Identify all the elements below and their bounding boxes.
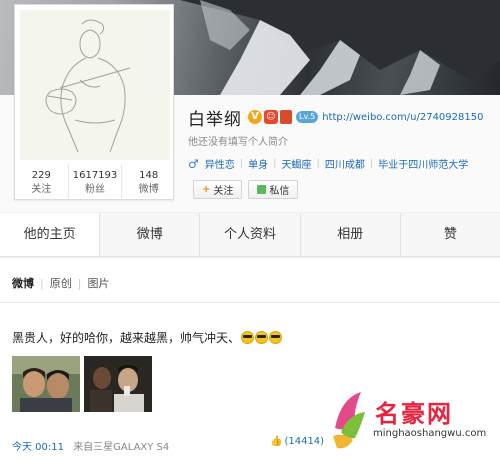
cool-emoji-icon bbox=[269, 331, 283, 344]
watermark-site: minghaoshangwu.com bbox=[373, 428, 487, 439]
follow-button[interactable]: + 关注 bbox=[193, 180, 243, 199]
stat-posts[interactable]: 148 微博 bbox=[122, 165, 175, 201]
tab-home[interactable]: 他的主页 bbox=[0, 213, 101, 256]
filter-divider: | bbox=[40, 276, 44, 290]
message-label: 私信 bbox=[269, 186, 290, 197]
filter-original[interactable]: 原创 bbox=[50, 275, 72, 291]
tag-zodiac[interactable]: 天蝎座 bbox=[282, 156, 312, 171]
tab-album[interactable]: 相册 bbox=[301, 213, 401, 256]
tab-weibo[interactable]: 微博 bbox=[100, 213, 201, 256]
tag-orientation[interactable]: 异性恋 bbox=[205, 156, 235, 171]
avatar-card: 229 关注 1617193 粉丝 148 微博 bbox=[14, 4, 175, 201]
filter-divider: | bbox=[77, 276, 82, 290]
profile-actions: + 关注 私信 bbox=[193, 180, 299, 199]
daren-badge-icon[interactable]: ☺ bbox=[264, 110, 278, 124]
tab-likes[interactable]: 赞 bbox=[401, 213, 500, 256]
profile-url-link[interactable]: http://weibo.com/u/2740928150 bbox=[322, 112, 483, 123]
tag-divider: | bbox=[316, 158, 320, 169]
filter-all[interactable]: 微博 bbox=[12, 275, 34, 291]
plus-icon: + bbox=[202, 184, 211, 195]
tag-relationship[interactable]: 单身 bbox=[248, 156, 268, 171]
selfie-photo-image bbox=[12, 356, 80, 412]
stat-following[interactable]: 229 关注 bbox=[15, 165, 69, 201]
tag-divider: | bbox=[239, 158, 244, 169]
stat-followers[interactable]: 1617193 粉丝 bbox=[69, 165, 123, 201]
group-photo-image bbox=[84, 356, 152, 412]
follow-label: 关注 bbox=[213, 186, 234, 197]
profile-tabs: 他的主页 微博 个人资料 相册 赞 bbox=[0, 213, 500, 257]
like-button[interactable]: 👍 (14414) bbox=[270, 436, 324, 447]
cool-emoji-icon bbox=[241, 331, 255, 344]
stat-following-count: 229 bbox=[31, 170, 51, 181]
guitarist-sketch-image bbox=[20, 10, 170, 160]
watermark: 名豪网 minghaoshangwu.com bbox=[325, 388, 500, 462]
profile-bio: 他还没有填写个人简介 bbox=[188, 137, 288, 148]
filter-images[interactable]: 图片 bbox=[87, 275, 109, 291]
post-source[interactable]: 来自三星GALAXY S4 bbox=[73, 442, 169, 453]
profile-name: 白举纲 bbox=[188, 109, 242, 130]
feed-divider bbox=[0, 302, 500, 303]
post-text: 黑贵人，好的哈你，越来越黑，帅气冲天、 bbox=[12, 329, 283, 346]
post-footer: 今天 00:11 来自三星GALAXY S4 bbox=[12, 438, 169, 453]
stat-posts-label: 微博 bbox=[138, 184, 159, 195]
profile-tags: ♂ 异性恋 | 单身 | 天蝎座 | 四川成都 | 毕业于四川师范大学 bbox=[188, 156, 468, 172]
tag-school[interactable]: 毕业于四川师范大学 bbox=[378, 156, 468, 171]
stat-following-label: 关注 bbox=[31, 184, 52, 195]
watermark-title: 名豪网 bbox=[375, 400, 453, 428]
like-count: (14414) bbox=[284, 436, 325, 447]
post-photo[interactable] bbox=[12, 356, 80, 412]
thumbs-up-icon: 👍 bbox=[270, 436, 283, 447]
message-icon bbox=[257, 185, 267, 194]
cool-emoji-icon bbox=[255, 331, 269, 344]
member-badge-icon[interactable] bbox=[280, 110, 292, 124]
post-photo[interactable] bbox=[84, 356, 152, 412]
name-row: 白举纲 V ☺ Lv.5 http://weibo.com/u/27409281… bbox=[188, 106, 483, 130]
stat-followers-count: 1617193 bbox=[72, 170, 118, 181]
stat-posts-count: 148 bbox=[139, 170, 159, 181]
post-body: 黑贵人，好的哈你，越来越黑，帅气冲天、 bbox=[12, 331, 241, 345]
stat-followers-label: 粉丝 bbox=[85, 184, 105, 195]
male-icon: ♂ bbox=[188, 156, 199, 171]
tab-profile-info[interactable]: 个人资料 bbox=[200, 213, 301, 256]
tag-divider: | bbox=[369, 158, 374, 169]
verified-v-icon[interactable]: V bbox=[248, 110, 262, 124]
post-photos bbox=[12, 356, 152, 412]
tag-location[interactable]: 四川成都 bbox=[325, 156, 365, 171]
post-time-link[interactable]: 今天 00:11 bbox=[12, 442, 64, 453]
feed-filter: 微博 | 原创 | 图片 bbox=[12, 275, 109, 291]
level-badge[interactable]: Lv.5 bbox=[296, 111, 319, 123]
watermark-logo-icon bbox=[333, 392, 365, 449]
tag-divider: | bbox=[273, 158, 277, 169]
message-button[interactable]: 私信 bbox=[248, 180, 299, 199]
stats-bar: 229 关注 1617193 粉丝 148 微博 bbox=[15, 165, 175, 201]
avatar[interactable] bbox=[20, 10, 170, 160]
